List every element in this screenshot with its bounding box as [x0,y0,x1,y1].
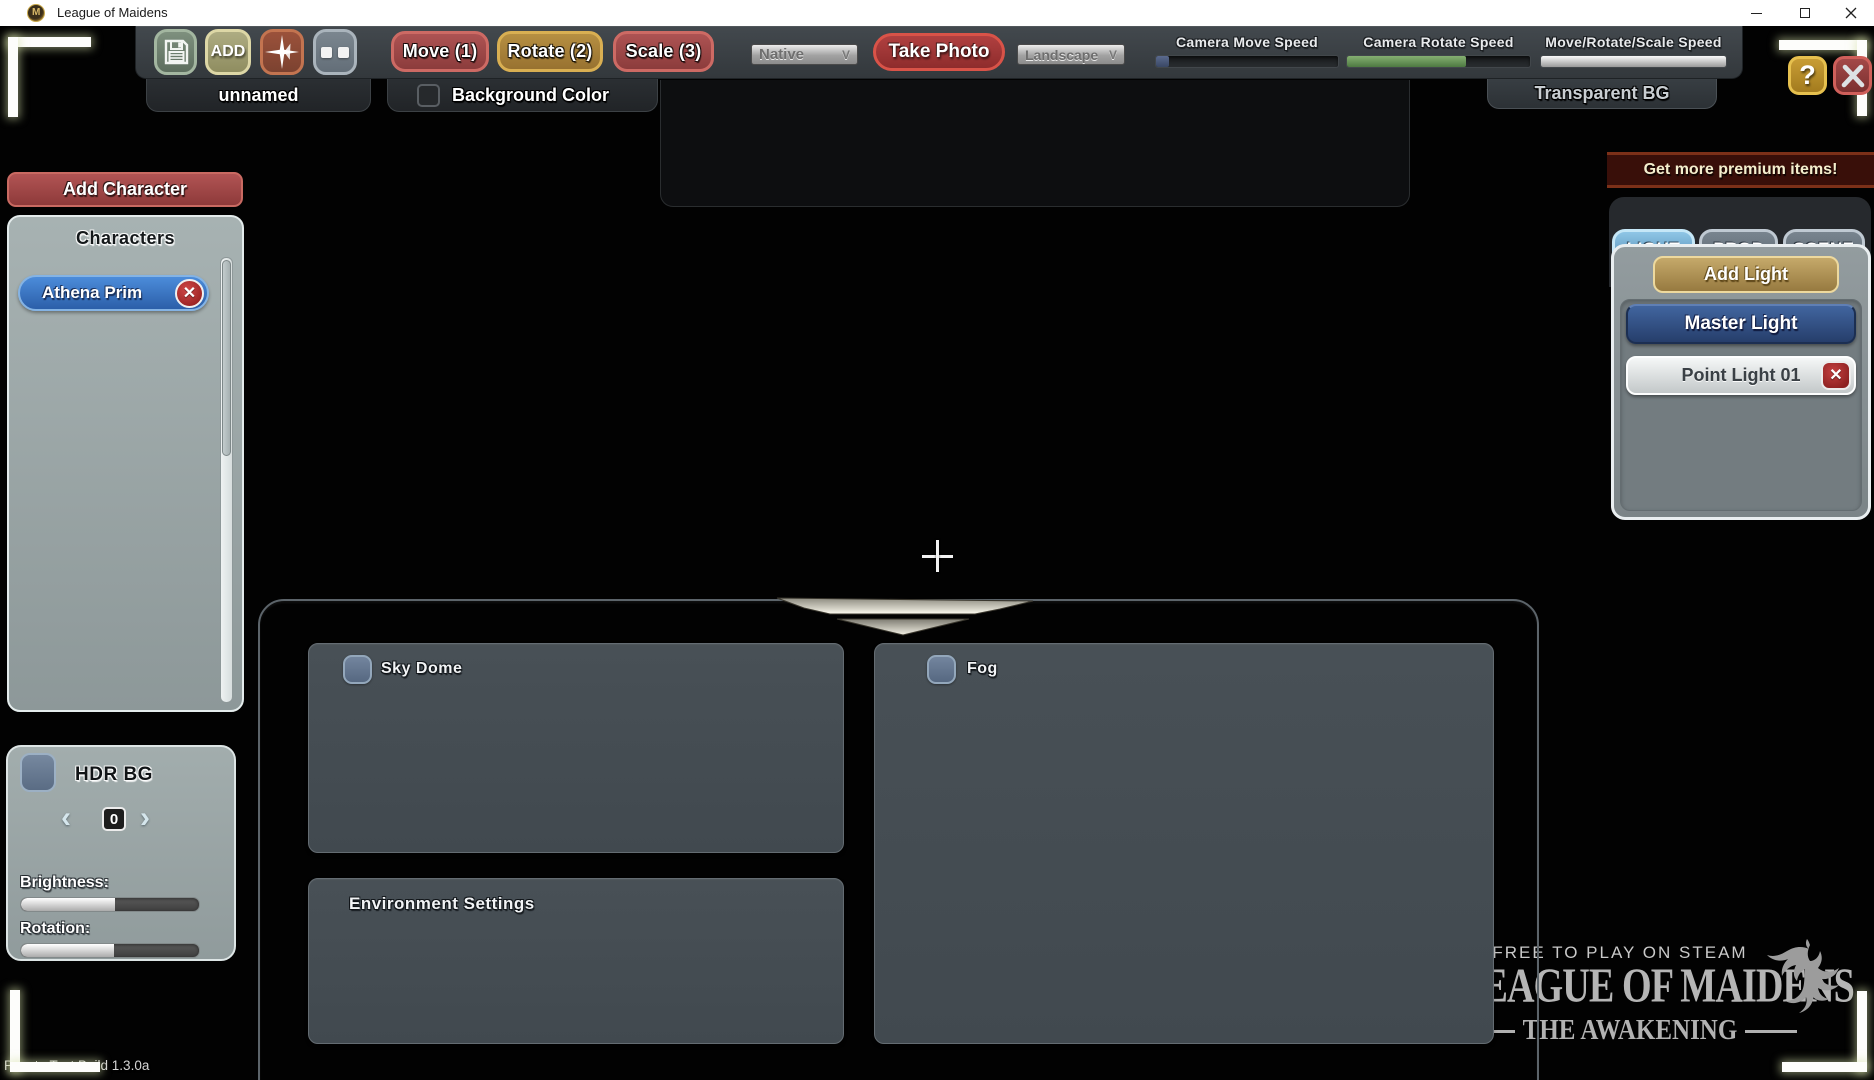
scale-mode-button[interactable]: Scale (3) [613,31,714,72]
hdr-brightness-label: Brightness: [20,874,109,892]
add-button[interactable]: ADD [205,29,251,75]
move-mode-button[interactable]: Move (1) [391,31,489,72]
save-icon [157,32,194,72]
sky-dome-toggle[interactable] [343,655,372,684]
character-name-field[interactable]: unnamed [146,79,371,112]
logo-dash-right [1745,1030,1797,1033]
character-item-label: Athena Prim [42,283,142,303]
two-tiles-icon [316,32,354,72]
x-icon: ✕ [1829,368,1842,384]
light-list: Master Light Point Light 01 ✕ [1620,299,1862,511]
add-character-button[interactable]: Add Character [7,172,243,207]
transparent-bg-label: Transparent BG [1534,83,1669,104]
background-color-control: Background Color [387,79,658,112]
camera-move-speed-group: Camera Move Speed [1155,34,1339,68]
hdr-next-button[interactable]: › [140,803,150,833]
exit-photomode-button[interactable] [1833,56,1872,95]
camera-move-speed-label: Camera Move Speed [1155,34,1339,50]
add-light-button[interactable]: Add Light [1653,256,1839,293]
hdr-bg-panel: HDR BG ‹ › 0 Brightness: Rotation: [6,745,236,961]
app-icon: M [27,4,45,22]
help-label: ? [1799,60,1816,91]
rotate-mode-label: Rotate (2) [507,41,592,62]
background-color-checkbox[interactable] [417,84,440,107]
delete-character-button[interactable]: ✕ [175,279,204,308]
camera-rotate-speed-group: Camera Rotate Speed [1346,34,1531,68]
scene-viewport[interactable]: ADD Move (1) Rotate (2) Scale (3) Native… [0,26,1874,1080]
fog-panel: Fog [874,643,1494,1044]
hdr-brightness-slider[interactable] [20,897,200,912]
sky-dome-panel: Sky Dome [308,643,844,853]
help-button[interactable]: ? [1788,56,1827,95]
maximize-button[interactable] [1782,0,1828,26]
scale-mode-label: Scale (3) [626,41,702,62]
take-photo-label: Take Photo [889,41,990,63]
orientation-dropdown[interactable]: Landscape V [1017,44,1125,65]
characters-panel-title: Characters [9,228,242,249]
gizmo-speed-label: Move/Rotate/Scale Speed [1540,34,1727,50]
resolution-dropdown[interactable]: Native V [751,44,858,65]
gizmo-speed-slider[interactable] [1540,55,1727,68]
characters-panel: Characters Athena Prim ✕ [7,215,244,712]
layout-button[interactable] [313,29,357,75]
minimize-button[interactable] [1733,0,1779,26]
environment-title: Environment Settings [349,894,535,914]
character-name-value: unnamed [218,85,298,106]
hdr-bg-title: HDR BG [75,764,153,786]
premium-items-label: Get more premium items! [1644,161,1838,179]
master-light-label: Master Light [1685,313,1798,335]
environment-settings-panel: Sky Dome Environment Settings Fog [258,599,1539,1080]
move-mode-label: Move (1) [403,41,478,62]
character-list-item[interactable]: Athena Prim ✕ [18,275,209,311]
gizmo-speed-group: Move/Rotate/Scale Speed [1540,34,1727,68]
window-title: League of Maidens [57,5,168,20]
premium-items-banner[interactable]: Get more premium items! [1607,152,1874,188]
transparent-bg-button[interactable]: Transparent BG [1487,79,1717,109]
delete-point-light-button[interactable]: ✕ [1821,361,1851,390]
environment-panel: Environment Settings [308,878,844,1044]
effects-button[interactable] [260,29,304,75]
light-panel: Add Light Master Light Point Light 01 ✕ [1611,244,1871,520]
add-button-label: ADD [211,43,246,61]
characters-scrollbar[interactable] [220,257,233,703]
point-light-button[interactable]: Point Light 01 ✕ [1626,356,1856,395]
camera-rotate-speed-slider[interactable] [1346,55,1531,68]
background-color-label: Background Color [452,85,609,106]
gizmo-sliders-panel [660,80,1410,207]
hdr-rotation-label: Rotation: [20,920,90,938]
resolution-value: Native [759,46,804,63]
sparkle-icon [263,32,301,72]
point-light-label: Point Light 01 [1682,365,1801,386]
add-character-label: Add Character [63,179,187,200]
camera-move-speed-slider[interactable] [1155,55,1339,68]
characters-scrollbar-thumb[interactable] [222,260,231,456]
fog-toggle[interactable] [927,655,956,684]
save-button[interactable] [154,29,197,75]
hdr-prev-button[interactable]: ‹ [61,803,71,833]
logo-subtitle: THE AWAKENING [1523,1015,1738,1047]
hdr-rotation-slider[interactable] [20,943,200,958]
rotate-mode-button[interactable]: Rotate (2) [497,31,603,72]
master-light-button[interactable]: Master Light [1626,304,1856,344]
orientation-value: Landscape [1025,47,1098,63]
close-window-button[interactable] [1828,0,1874,26]
add-light-label: Add Light [1704,264,1788,285]
chevron-down-icon: V [842,48,850,62]
collapse-arrow-icon[interactable] [770,595,1038,637]
close-x-icon [1840,63,1866,89]
camera-rotate-speed-label: Camera Rotate Speed [1346,34,1531,50]
sky-dome-title: Sky Dome [381,660,462,678]
x-icon: ✕ [183,286,196,302]
fog-title: Fog [967,660,998,678]
main-toolbar: ADD Move (1) Rotate (2) Scale (3) Native… [135,26,1743,79]
hdr-index-value: 0 [102,807,126,831]
chevron-down-icon: V [1109,48,1117,62]
dragon-icon [1755,931,1855,1021]
take-photo-button[interactable]: Take Photo [873,33,1005,71]
window-titlebar: M League of Maidens [0,0,1874,26]
hdr-bg-toggle[interactable] [20,753,56,792]
